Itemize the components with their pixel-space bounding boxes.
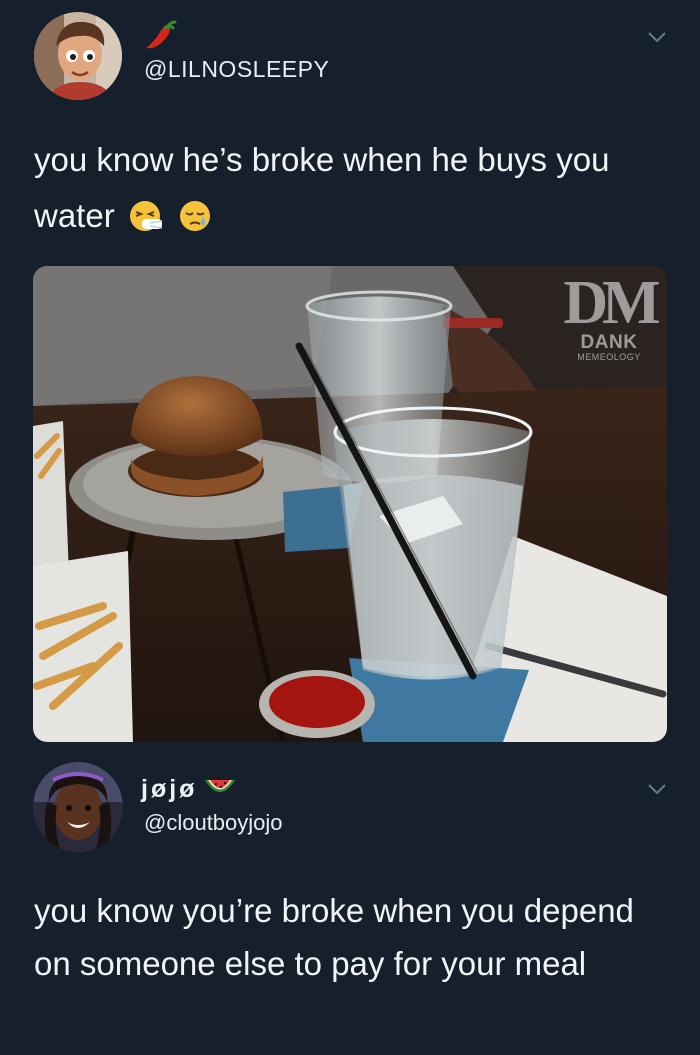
avatar-image bbox=[34, 12, 122, 100]
handle[interactable]: @cloutboyjojo bbox=[144, 810, 283, 836]
display-name-row: jøjø bbox=[141, 774, 237, 804]
chevron-down-icon[interactable] bbox=[647, 782, 667, 796]
tweet-media-photo[interactable]: DM DANK MEMEOLOGY bbox=[33, 266, 667, 742]
sneezing-face-icon bbox=[129, 201, 162, 231]
avatar-image bbox=[33, 762, 123, 852]
avatar[interactable] bbox=[34, 12, 122, 100]
avatar[interactable] bbox=[33, 762, 123, 852]
watermelon-icon bbox=[205, 780, 236, 792]
tweet-text: you know he’s broke when he buys you wat… bbox=[34, 132, 674, 244]
chevron-down-icon[interactable] bbox=[647, 30, 667, 44]
display-name[interactable]: jøjø bbox=[141, 775, 197, 804]
watermark-logo: DM bbox=[563, 269, 660, 337]
reply-tweet: jøjø @cloutboyjojo you know you’re broke… bbox=[0, 748, 700, 1055]
tweet-text-content: you know he’s broke when he buys you wat… bbox=[34, 141, 610, 234]
watermark: DM DANK MEMEOLOGY bbox=[561, 269, 660, 362]
sleepy-face-icon bbox=[180, 201, 211, 231]
tweet-text: you know you’re broke when you depend on… bbox=[34, 892, 634, 982]
watermark-sub: MEMEOLOGY bbox=[577, 352, 641, 362]
hot-pepper-icon bbox=[146, 20, 177, 49]
tweet: @LILNOSLEEPY you know he’s broke when he… bbox=[0, 0, 700, 748]
username[interactable]: @LILNOSLEEPY bbox=[144, 56, 329, 83]
